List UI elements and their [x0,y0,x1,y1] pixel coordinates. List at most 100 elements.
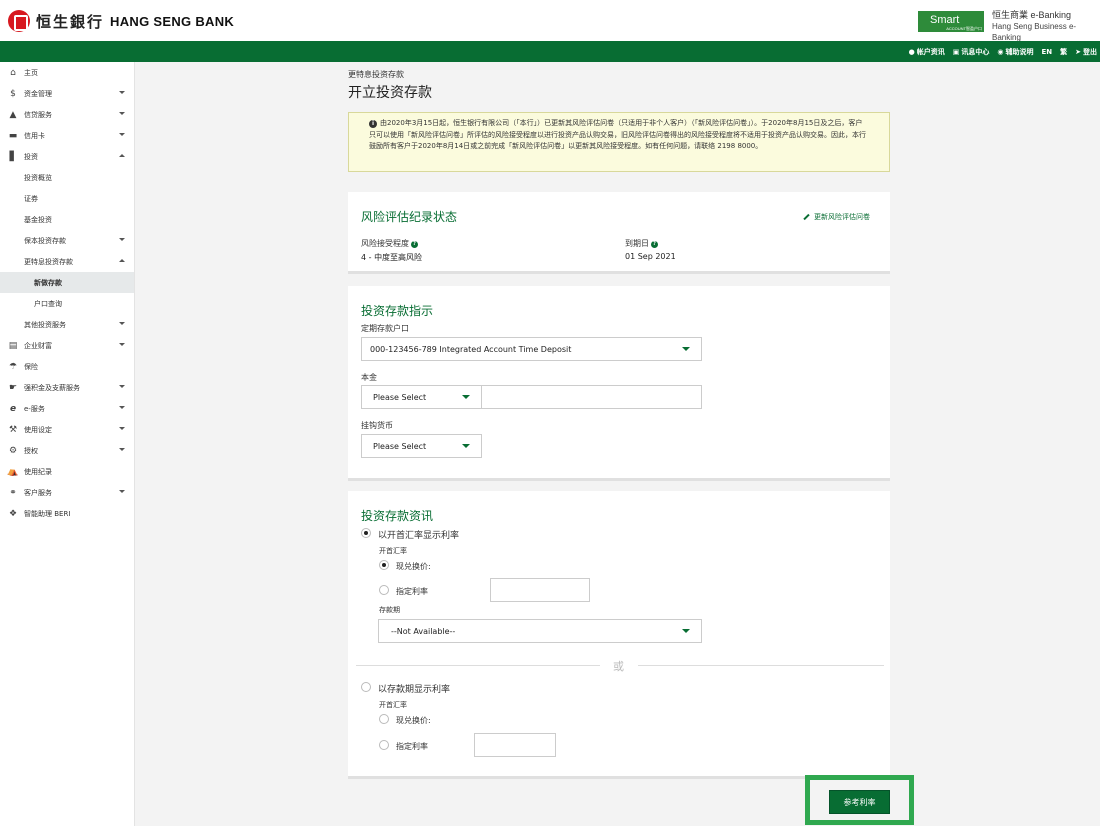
sidebar-item-credit-card[interactable]: ▬ 信用卡 [0,125,134,146]
e-icon: e [9,403,17,414]
chevron-down-icon [462,395,470,399]
help-circle-icon[interactable]: ? [411,241,418,248]
smart-account-badge: Smart ACCOUNT智盈户口 [918,11,984,32]
sidebar-item-securities[interactable]: 证券 [0,188,134,209]
message-center-link[interactable]: ▣ 讯息中心 [953,47,990,57]
sidebar-item-label: 信贷服务 [24,110,52,119]
sidebar-item-label: 其他投资服务 [24,320,66,329]
sidebar-item-credit[interactable]: ▲ 信贷服务 [0,104,134,125]
reference-rate-button[interactable]: 参考利率 [829,790,890,814]
smart-small-label: ACCOUNT智盈户口 [946,26,982,31]
sidebar-item-beri[interactable]: ❖ 智能助理 BERI [0,503,134,524]
sidebar-item-new-deposit[interactable]: 新做存款 [0,272,134,293]
sidebar-item-label: 保险 [24,362,38,371]
tenor-select-value: --Not Available-- [391,626,456,636]
brand-cn: 恒生商業 e-Banking [992,10,1072,20]
tenor-select[interactable]: --Not Available-- [378,619,702,643]
principal-currency-select[interactable]: Please Select [361,385,482,409]
top-header: 恒生銀行 HANG SENG BANK Smart ACCOUNT智盈户口 恒生… [0,0,1100,42]
account-select-value: 000-123456-789 Integrated Account Time D… [370,344,572,354]
sidebar-item-fund-management[interactable]: $ 资金管理 [0,83,134,104]
chevron-down-icon [462,444,470,448]
risk-status-card: 风险评估纪录状态 更新风险评估问卷 风险接受程度? 4 - 中度至高风险 到期日… [348,192,890,274]
time-deposit-account-label: 定期存款户口 [361,324,409,333]
chevron-down-icon [119,448,125,451]
top-nav-links: ● 帐户资讯 ▣ 讯息中心 ◉ 辅助说明 EN 繁 ➤ 登出 [909,47,1097,57]
sidebar-item-corporate-wealth[interactable]: ▤ 企业财富 [0,335,134,356]
sidebar-item-label: 基金投资 [24,215,52,224]
bank-logo[interactable]: 恒生銀行 HANG SENG BANK [8,10,234,32]
help-circle-icon[interactable]: ? [651,241,658,248]
top-nav-bar: ● 帐户资讯 ▣ 讯息中心 ◉ 辅助说明 EN 繁 ➤ 登出 [0,41,1100,62]
hang-seng-logo-icon [8,10,30,32]
sidebar-item-usage-log[interactable]: ⛺ 使用纪录 [0,461,134,482]
sidebar-item-home[interactable]: ⌂ 主页 [0,62,134,83]
opt2-rate-label: 开首汇率 [379,701,407,709]
sidebar-item-investment-overview[interactable]: 投资概览 [0,167,134,188]
dollar-icon: $ [10,88,16,99]
smart-label: Smart [930,14,960,26]
opt2-fixed-rate-input[interactable] [474,733,556,757]
radio-opt1-spot[interactable] [379,560,389,570]
sidebar-item-label: 资金管理 [24,89,52,98]
page-title: 开立投资存款 [348,85,432,101]
sidebar-item-premium-deposit[interactable]: 更特息投资存款 [0,251,134,272]
opt1-label: 以开首汇率显示利率 [378,531,460,541]
breadcrumb: 更特息投资存款 [348,70,404,79]
wrench-icon: ⚒ [8,424,18,435]
linked-currency-value: Please Select [373,441,427,451]
opt2-label: 以存款期显示利率 [378,685,451,695]
chevron-down-icon [119,322,125,325]
main-content: 更特息投资存款 开立投资存款 i 由2020年3月15日起，恒生银行有限公司（「本… [136,62,1100,826]
sidebar-item-mpf-payroll[interactable]: ☛ 强积金及支薪服务 [0,377,134,398]
logo-english-name: HANG SENG BANK [110,13,235,29]
sidebar-item-funds[interactable]: 基金投资 [0,209,134,230]
info-card-title: 投资存款资讯 [361,509,434,523]
update-risk-questionnaire-link[interactable]: 更新风险评估问卷 [803,212,870,222]
sidebar-item-label: 智能助理 BERI [24,509,71,518]
sidebar-item-account-enquiry[interactable]: 户口查询 [0,293,134,314]
sidebar-item-settings[interactable]: ⚒ 使用设定 [0,419,134,440]
radio-opt2-spot[interactable] [379,714,389,724]
radio-opt2-fixed[interactable] [379,740,389,750]
sidebar-item-label: 企业财富 [24,341,52,350]
time-deposit-account-select[interactable]: 000-123456-789 Integrated Account Time D… [361,337,702,361]
radio-rate-by-open-fx[interactable] [361,528,371,538]
update-link-label: 更新风险评估问卷 [814,213,870,221]
message-center-label: 讯息中心 [961,48,990,56]
opt1-fixed-rate-input[interactable] [490,578,590,602]
sidebar-item-label: 更特息投资存款 [24,257,73,266]
sidebar-item-label: 使用设定 [24,425,52,434]
hand-coin-icon: ☛ [8,382,18,393]
logout-link[interactable]: ➤ 登出 [1075,47,1097,57]
linked-currency-select[interactable]: Please Select [361,434,482,458]
lang-en-link[interactable]: EN [1041,47,1052,57]
opt1-spot-label: 现兑换价: [396,562,431,571]
chevron-down-icon [119,427,125,430]
chevron-down-icon [682,347,690,351]
chevron-down-icon [119,343,125,346]
sidebar-item-customer-service[interactable]: ⚭ 客户服务 [0,482,134,503]
help-link[interactable]: ◉ 辅助说明 [997,47,1033,57]
radio-rate-by-tenor[interactable] [361,682,371,692]
risk-notice-banner: i 由2020年3月15日起，恒生银行有限公司（「本行」）已更新其风险评估问卷（只… [348,112,890,172]
radio-opt1-fixed[interactable] [379,585,389,595]
sidebar-item-investment[interactable]: ▋ 投资 [0,146,134,167]
logout-icon: ➤ [1075,48,1081,56]
account-info-label: 帐户资讯 [916,48,945,56]
sidebar-item-insurance[interactable]: ☂ 保险 [0,356,134,377]
sidebar-item-capital-protected[interactable]: 保本投资存款 [0,230,134,251]
sidebar-item-label: 客户服务 [24,488,52,497]
sidebar-item-label: e-服务 [24,404,45,413]
sidebar-item-other-investment[interactable]: 其他投资服务 [0,314,134,335]
sidebar-item-label: 投资概览 [24,173,52,182]
pencil-icon [803,213,810,221]
principal-label: 本金 [361,373,377,382]
sidebar-item-e-services[interactable]: e e-服务 [0,398,134,419]
lang-tc-link[interactable]: 繁 [1060,47,1067,57]
sidebar-item-authorization[interactable]: ⚙ 授权 [0,440,134,461]
principal-amount-input[interactable] [481,385,702,409]
credit-card-icon: ▬ [8,130,18,141]
account-info-link[interactable]: ● 帐户资讯 [909,47,945,57]
bank-icon: ⛺ [7,466,19,477]
